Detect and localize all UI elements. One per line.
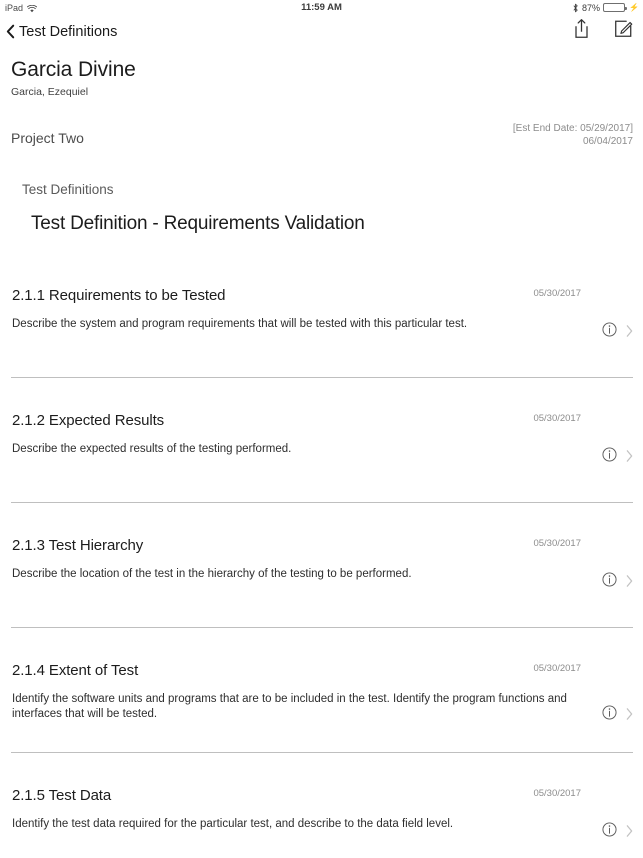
list-item-actions — [602, 447, 633, 462]
list-item-header: 2.1.2 Expected Results 05/30/2017 — [12, 412, 633, 434]
chevron-right-icon[interactable] — [626, 449, 633, 462]
estimated-end-date: [Est End Date: 05/29/2017] — [512, 123, 633, 134]
list-item-header: 2.1.5 Test Data 05/30/2017 — [12, 787, 633, 809]
page-title: Garcia Divine — [11, 58, 136, 81]
share-icon — [572, 18, 591, 45]
chevron-right-icon[interactable] — [626, 574, 633, 587]
status-bar-right: 87% ⚡ — [572, 3, 639, 13]
list-item-title: 2.1.1 Requirements to be Tested — [12, 287, 226, 304]
chevron-left-icon — [6, 24, 15, 39]
info-circle-icon[interactable] — [602, 322, 617, 337]
list-item[interactable]: 2.1.1 Requirements to be Tested 05/30/20… — [0, 287, 643, 347]
project-dates: [Est End Date: 05/29/2017] 06/04/2017 — [513, 122, 633, 148]
list-item-description: Identify the software units and programs… — [12, 693, 567, 720]
list-item-actions — [602, 572, 633, 587]
section-heading: Test Definition - Requirements Validatio… — [31, 213, 365, 234]
bluetooth-icon — [572, 3, 579, 13]
project-info: Project Two [Est End Date: 05/29/2017] 0… — [0, 122, 643, 156]
list-item-title: 2.1.3 Test Hierarchy — [12, 537, 144, 554]
list-item-description: Describe the system and program requirem… — [12, 318, 468, 330]
page-subtitle: Garcia, Ezequiel — [11, 86, 89, 98]
list-item-title: 2.1.4 Extent of Test — [12, 662, 139, 679]
navigation-bar: Test Definitions — [0, 15, 643, 48]
navigation-actions — [571, 18, 633, 45]
back-button-label: Test Definitions — [19, 23, 118, 40]
list-item-title: 2.1.5 Test Data — [12, 787, 112, 804]
list-item-date: 05/30/2017 — [533, 788, 581, 799]
info-circle-icon[interactable] — [602, 705, 617, 720]
list-item[interactable]: 2.1.4 Extent of Test 05/30/2017 Identify… — [0, 662, 643, 730]
list-item-date: 05/30/2017 — [533, 538, 581, 549]
list-item-header: 2.1.4 Extent of Test 05/30/2017 — [12, 662, 633, 684]
project-name: Project Two — [11, 130, 84, 146]
list-item-header: 2.1.1 Requirements to be Tested 05/30/20… — [12, 287, 633, 309]
breadcrumb-section: Test Definitions — [22, 182, 114, 197]
definition-list: 2.1.1 Requirements to be Tested 05/30/20… — [0, 287, 643, 858]
list-item-header: 2.1.3 Test Hierarchy 05/30/2017 — [12, 537, 633, 559]
battery-percent-label: 87% — [582, 2, 601, 13]
list-item[interactable]: 2.1.3 Test Hierarchy 05/30/2017 Describe… — [0, 537, 643, 597]
info-circle-icon[interactable] — [602, 447, 617, 462]
chevron-right-icon[interactable] — [626, 324, 633, 337]
chevron-right-icon[interactable] — [626, 824, 633, 837]
list-item[interactable]: 2.1.2 Expected Results 05/30/2017 Descri… — [0, 412, 643, 472]
list-item-actions — [602, 822, 633, 837]
info-circle-icon[interactable] — [602, 572, 617, 587]
list-item-date: 05/30/2017 — [533, 663, 581, 674]
document-header: Garcia Divine Garcia, Ezequiel — [0, 48, 643, 98]
charging-bolt-icon: ⚡ — [629, 3, 639, 12]
list-item-actions — [602, 322, 633, 337]
status-bar-clock: 11:59 AM — [301, 2, 342, 13]
list-item-date: 05/30/2017 — [533, 413, 581, 424]
status-bar: iPad 11:59 AM 87% ⚡ — [0, 0, 643, 15]
battery-icon — [603, 3, 628, 12]
list-item-description: Describe the location of the test in the… — [12, 568, 412, 580]
back-button[interactable]: Test Definitions — [6, 24, 117, 40]
info-circle-icon[interactable] — [602, 822, 617, 837]
compose-button[interactable] — [612, 20, 633, 43]
list-item-title: 2.1.2 Expected Results — [12, 412, 165, 429]
list-item-description: Describe the expected results of the tes… — [12, 443, 292, 455]
app-screen: iPad 11:59 AM 87% ⚡ Test Definitions Gar… — [0, 0, 643, 858]
list-item-date: 05/30/2017 — [533, 288, 581, 299]
list-item[interactable]: 2.1.5 Test Data 05/30/2017 Identify the … — [0, 787, 643, 847]
list-item-description: Identify the test data required for the … — [12, 818, 454, 830]
chevron-right-icon[interactable] — [626, 707, 633, 720]
project-date: 06/04/2017 — [582, 136, 633, 147]
list-item-actions — [602, 705, 633, 720]
compose-icon — [613, 19, 633, 44]
share-button[interactable] — [571, 18, 592, 45]
